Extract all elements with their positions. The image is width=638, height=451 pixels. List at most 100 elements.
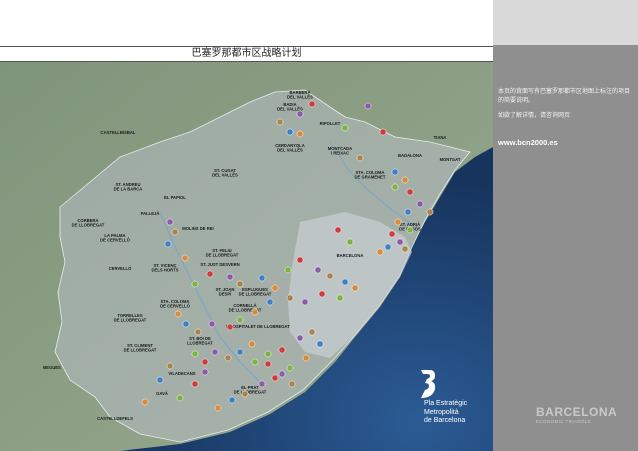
place-label-gava: GAVÀ xyxy=(156,391,168,396)
project-marker[interactable] xyxy=(208,320,216,328)
project-marker[interactable] xyxy=(191,350,199,358)
project-marker[interactable] xyxy=(406,226,414,234)
project-marker[interactable] xyxy=(308,100,316,108)
organization-name: Pla Estratègic Metropolità de Barcelona xyxy=(424,400,467,426)
place-label-pallejà: PALLEJÀ xyxy=(141,211,160,216)
project-marker[interactable] xyxy=(416,200,424,208)
project-marker[interactable] xyxy=(248,340,256,348)
project-marker[interactable] xyxy=(251,358,259,366)
project-marker[interactable] xyxy=(174,310,182,318)
project-marker[interactable] xyxy=(341,124,349,132)
project-marker[interactable] xyxy=(182,320,190,328)
project-marker[interactable] xyxy=(384,243,392,251)
project-marker[interactable] xyxy=(278,370,286,378)
project-marker[interactable] xyxy=(401,176,409,184)
project-marker[interactable] xyxy=(191,280,199,288)
project-marker[interactable] xyxy=(308,328,316,336)
project-marker[interactable] xyxy=(296,130,304,138)
project-marker[interactable] xyxy=(156,376,164,384)
place-label-barbera: BARBERÀ DEL VALLÈS xyxy=(287,90,313,100)
place-label-tiana: TIANA xyxy=(434,135,447,140)
place-label-montcada: MONTCADA I REIXAC xyxy=(328,146,352,156)
project-marker[interactable] xyxy=(296,256,304,264)
project-marker[interactable] xyxy=(271,284,279,292)
project-marker[interactable] xyxy=(236,280,244,288)
project-marker[interactable] xyxy=(341,278,349,286)
project-marker[interactable] xyxy=(356,154,364,162)
website-link[interactable]: www.bcn2000.es xyxy=(498,138,558,147)
project-marker[interactable] xyxy=(278,346,286,354)
brand-name: BARCELONA xyxy=(536,405,618,419)
project-marker[interactable] xyxy=(318,290,326,298)
project-marker[interactable] xyxy=(271,374,279,382)
project-marker[interactable] xyxy=(258,380,266,388)
project-marker[interactable] xyxy=(226,323,234,331)
project-marker[interactable] xyxy=(176,394,184,402)
organization-line-2: Metropolità xyxy=(424,408,459,416)
project-marker[interactable] xyxy=(201,368,209,376)
project-marker[interactable] xyxy=(379,128,387,136)
project-marker[interactable] xyxy=(351,284,359,292)
project-marker[interactable] xyxy=(266,298,274,306)
project-marker[interactable] xyxy=(226,273,234,281)
project-marker[interactable] xyxy=(228,396,236,404)
place-label-viladecans: VILADECANS xyxy=(168,371,195,376)
project-marker[interactable] xyxy=(224,354,232,362)
project-marker[interactable] xyxy=(286,128,294,136)
project-marker[interactable] xyxy=(302,354,310,362)
project-marker[interactable] xyxy=(404,208,412,216)
project-marker[interactable] xyxy=(286,364,294,372)
project-marker[interactable] xyxy=(334,226,342,234)
project-marker[interactable] xyxy=(201,358,209,366)
place-label-cerdanyola: CERDANYOLA DEL VALLÈS xyxy=(275,143,305,153)
project-marker[interactable] xyxy=(336,294,344,302)
place-label-santcugat: ST. CUGAT DEL VALLÈS xyxy=(212,168,238,178)
brand-tagline: ECONOMIC TRIANGLE xyxy=(536,419,592,424)
project-marker[interactable] xyxy=(394,218,402,226)
project-marker[interactable] xyxy=(314,266,322,274)
project-marker[interactable] xyxy=(288,380,296,388)
project-marker[interactable] xyxy=(214,404,222,412)
place-label-stclimentt: ST. CLIMENT DE LLOBREGAT xyxy=(124,343,157,353)
project-marker[interactable] xyxy=(391,168,399,176)
panel-paragraph-1: 本页的背面写有巴塞罗那都市区地图上标注的项目的简要说明。 xyxy=(498,88,631,104)
project-marker[interactable] xyxy=(276,118,284,126)
project-marker[interactable] xyxy=(264,360,272,368)
project-marker[interactable] xyxy=(396,238,404,246)
project-marker[interactable] xyxy=(258,274,266,282)
project-marker[interactable] xyxy=(406,188,414,196)
info-panel xyxy=(493,0,638,451)
project-marker[interactable] xyxy=(296,334,304,342)
project-marker[interactable] xyxy=(426,208,434,216)
project-marker[interactable] xyxy=(171,228,179,236)
place-label-hospitalet: L'HOSPITALET DE LLOBREGAT xyxy=(226,324,290,329)
project-marker[interactable] xyxy=(191,380,199,388)
project-marker[interactable] xyxy=(251,308,259,316)
project-marker[interactable] xyxy=(326,272,334,280)
place-label-cervello: CERVELLÓ xyxy=(109,266,132,271)
project-marker[interactable] xyxy=(164,240,172,248)
project-marker[interactable] xyxy=(284,266,292,274)
project-marker[interactable] xyxy=(376,248,384,256)
project-marker[interactable] xyxy=(166,218,174,226)
project-marker[interactable] xyxy=(316,340,324,348)
project-marker[interactable] xyxy=(296,110,304,118)
project-marker[interactable] xyxy=(364,102,372,110)
project-marker[interactable] xyxy=(236,348,244,356)
project-marker[interactable] xyxy=(206,270,214,278)
project-marker[interactable] xyxy=(211,348,219,356)
project-marker[interactable] xyxy=(166,362,174,370)
project-marker[interactable] xyxy=(391,183,399,191)
project-marker[interactable] xyxy=(141,398,149,406)
project-marker[interactable] xyxy=(346,238,354,246)
project-marker[interactable] xyxy=(401,245,409,253)
project-marker[interactable] xyxy=(388,230,396,238)
project-marker[interactable] xyxy=(181,254,189,262)
project-marker[interactable] xyxy=(301,298,309,306)
organization-line-1: Pla Estratègic xyxy=(424,400,468,407)
project-marker[interactable] xyxy=(194,328,202,336)
project-marker[interactable] xyxy=(286,294,294,302)
project-marker[interactable] xyxy=(264,350,272,358)
project-marker[interactable] xyxy=(241,390,249,398)
project-marker[interactable] xyxy=(236,316,244,324)
